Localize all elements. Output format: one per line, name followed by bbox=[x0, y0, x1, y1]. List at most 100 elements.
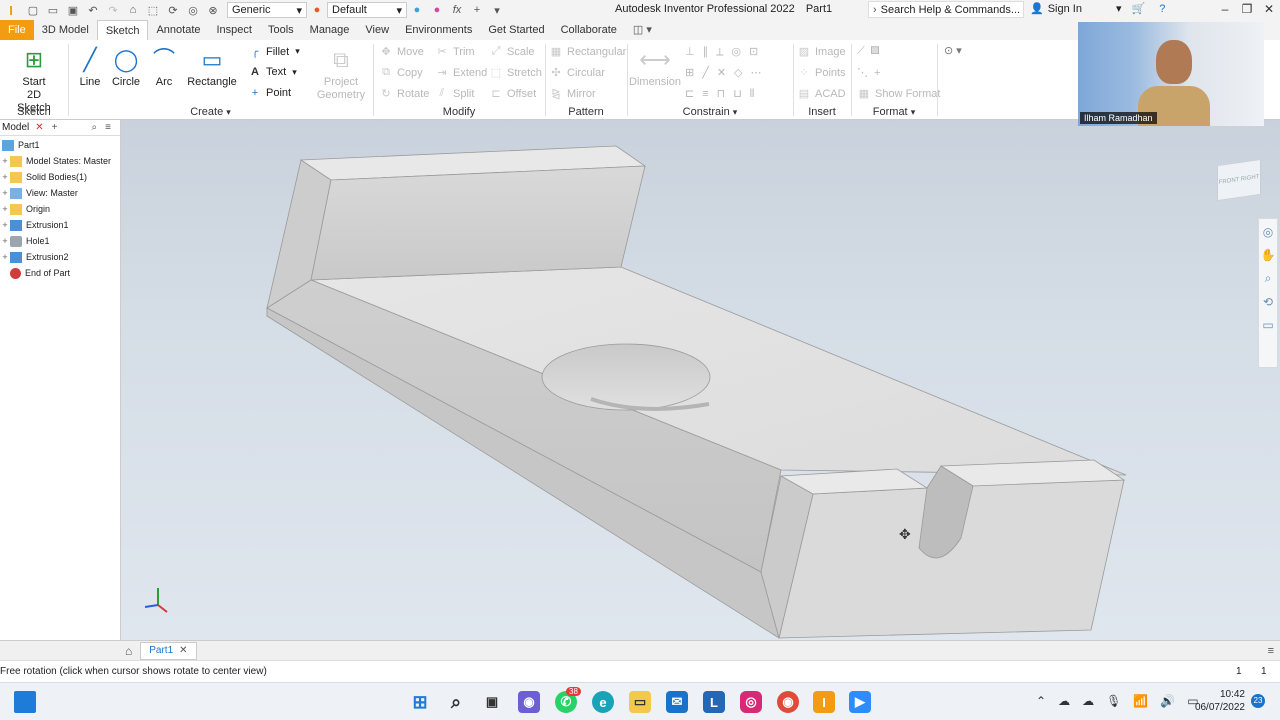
task-view-icon[interactable]: ▣ bbox=[481, 691, 503, 713]
home-icon[interactable]: ⌂ bbox=[125, 644, 132, 658]
fillet-button[interactable]: ╭ Fillet ▾ bbox=[248, 45, 300, 59]
scale-button[interactable]: ⤢ Scale bbox=[489, 45, 535, 58]
fx-parameters-icon[interactable]: fx bbox=[450, 3, 464, 17]
file-explorer-icon[interactable]: ▭ bbox=[629, 691, 651, 713]
inventor-logo-icon[interactable]: I bbox=[3, 2, 19, 18]
onedrive-icon[interactable]: ☁ bbox=[1058, 694, 1070, 708]
browser-tab-model[interactable]: Model bbox=[2, 122, 29, 133]
zoom-icon[interactable]: ⌕ bbox=[1265, 271, 1272, 286]
doc-tab-part1[interactable]: Part1 ✕ bbox=[140, 641, 197, 660]
tab-manage[interactable]: Manage bbox=[302, 20, 358, 40]
wifi-icon[interactable]: 📶 bbox=[1133, 694, 1148, 708]
plus-icon[interactable]: + bbox=[470, 3, 484, 17]
graphics-viewport[interactable]: ✥ FRONT RIGHT ◎ ✋ ⌕ ⟲ ▭ bbox=[121, 120, 1280, 640]
tree-item-end-of-part[interactable]: End of Part bbox=[0, 265, 120, 281]
ribbon-options-icon[interactable]: ◫ ▾ bbox=[625, 20, 660, 40]
chat-icon[interactable]: ◉ bbox=[518, 691, 540, 713]
close-icon[interactable]: ✕ bbox=[35, 122, 43, 133]
widgets-icon[interactable] bbox=[14, 691, 36, 713]
start-icon[interactable]: ⊞ bbox=[409, 691, 431, 713]
create-group-label[interactable]: Create ▾ bbox=[68, 106, 373, 118]
offset-button[interactable]: ⊏ Offset bbox=[489, 87, 536, 101]
image-button[interactable]: ▨ Image bbox=[797, 45, 846, 59]
undo-icon[interactable]: ↶ bbox=[86, 3, 100, 17]
constraint-icons-row-1[interactable]: ⊥∥⟂◎⊡ bbox=[685, 45, 766, 59]
arc-button[interactable]: ⌒ Arc bbox=[142, 44, 186, 89]
new-file-icon[interactable]: ▢ bbox=[26, 3, 40, 17]
home-icon[interactable]: ⌂ bbox=[126, 3, 140, 17]
close-circle-icon[interactable]: ⊗ bbox=[206, 3, 220, 17]
minimize-icon[interactable]: – bbox=[1214, 0, 1236, 20]
expand-icon[interactable]: + bbox=[0, 204, 10, 214]
color-override-icon[interactable]: ● bbox=[410, 3, 424, 17]
clear-appearance-icon[interactable]: ● bbox=[430, 3, 444, 17]
tab-sketch[interactable]: Sketch bbox=[96, 20, 149, 40]
tree-item-solid-bodies[interactable]: + Solid Bodies(1) bbox=[0, 169, 120, 185]
tree-item-origin[interactable]: + Origin bbox=[0, 201, 120, 217]
acad-button[interactable]: ▤ ACAD bbox=[797, 87, 846, 101]
edge-icon[interactable]: e bbox=[592, 691, 614, 713]
expand-icon[interactable]: + bbox=[0, 220, 10, 230]
sign-in-button[interactable]: 👤 Sign In ▾ 🛒 ? bbox=[1030, 2, 1165, 16]
tab-file[interactable]: File bbox=[0, 20, 34, 40]
expand-icon[interactable]: + bbox=[0, 188, 10, 198]
stretch-button[interactable]: ⬚ Stretch bbox=[489, 66, 542, 80]
microphone-icon[interactable]: 🎙 bbox=[1106, 694, 1121, 708]
circular-pattern-button[interactable]: ✣ Circular bbox=[549, 66, 605, 80]
close-icon[interactable]: ✕ bbox=[1258, 0, 1280, 20]
rectangular-pattern-button[interactable]: ▦ Rectangular bbox=[549, 45, 627, 59]
chrome-icon[interactable]: ◉ bbox=[777, 691, 799, 713]
clock[interactable]: 10:42 06/07/2022 bbox=[1191, 688, 1245, 714]
tree-item-model-states[interactable]: + Model States: Master bbox=[0, 153, 120, 169]
show-format-button[interactable]: ▦ Show Format bbox=[857, 87, 941, 101]
expand-icon[interactable]: + bbox=[0, 236, 10, 246]
cart-icon[interactable]: 🛒 bbox=[1131, 2, 1145, 15]
constraint-icons-row-2[interactable]: ⊞╱✕◇⋯ bbox=[685, 66, 770, 79]
dimension-button[interactable]: ⟷ Dimension bbox=[629, 44, 681, 89]
close-icon[interactable]: ✕ bbox=[179, 645, 187, 656]
mirror-button[interactable]: ⧎ Mirror bbox=[549, 87, 595, 101]
pan-hand-icon[interactable]: ✋ bbox=[1261, 248, 1276, 262]
zoom-app-icon[interactable]: ▶ bbox=[849, 691, 871, 713]
instagram-icon[interactable]: ◎ bbox=[740, 691, 762, 713]
lightshot-icon[interactable]: L bbox=[703, 691, 725, 713]
expand-icon[interactable]: + bbox=[0, 172, 10, 182]
tree-item-view-master[interactable]: + View: Master bbox=[0, 185, 120, 201]
tab-tools[interactable]: Tools bbox=[260, 20, 302, 40]
redo-icon[interactable]: ↷ bbox=[106, 3, 120, 17]
help-icon[interactable]: ? bbox=[1159, 3, 1165, 15]
select-icon[interactable]: ⬚ bbox=[146, 3, 160, 17]
copy-button[interactable]: ⧉ Copy bbox=[379, 66, 423, 79]
tabs-menu-icon[interactable]: ≡ bbox=[1268, 645, 1274, 657]
open-folder-icon[interactable]: ▭ bbox=[46, 3, 60, 17]
rectangle-button[interactable]: ▭ Rectangle bbox=[186, 44, 238, 89]
tree-item-extrusion2[interactable]: + Extrusion2 bbox=[0, 249, 120, 265]
trim-button[interactable]: ✂ Trim bbox=[435, 45, 474, 59]
tab-3d-model[interactable]: 3D Model bbox=[34, 20, 97, 40]
maximize-icon[interactable]: ❐ bbox=[1236, 0, 1258, 20]
update-icon[interactable]: ⟳ bbox=[166, 3, 180, 17]
constrain-group-label[interactable]: Constrain ▾ bbox=[627, 106, 793, 118]
menu-icon[interactable]: ≡ bbox=[105, 122, 111, 133]
orbit-icon[interactable]: ⟲ bbox=[1263, 295, 1273, 309]
format-group-label[interactable]: Format ▾ bbox=[851, 106, 937, 118]
add-tab-icon[interactable]: + bbox=[52, 122, 58, 133]
format-icons-row-2[interactable]: ⋱+ bbox=[857, 66, 886, 79]
chevron-up-icon[interactable]: ⌃ bbox=[1036, 694, 1046, 708]
steering-wheel-icon[interactable]: ◎ bbox=[1263, 225, 1273, 239]
volume-icon[interactable]: 🔊 bbox=[1160, 694, 1175, 708]
look-at-icon[interactable]: ▭ bbox=[1262, 318, 1273, 332]
project-geometry-button[interactable]: ⧉ Project Geometry bbox=[316, 44, 366, 102]
search-icon[interactable]: ⌕ bbox=[445, 691, 467, 713]
text-button[interactable]: A Text ▾ bbox=[248, 66, 297, 78]
constraint-icons-row-3[interactable]: ⊏≡⊓⊔⫴ bbox=[685, 87, 762, 101]
split-button[interactable]: ⫽ Split bbox=[435, 87, 475, 100]
tab-inspect[interactable]: Inspect bbox=[209, 20, 260, 40]
tree-item-part1[interactable]: Part1 bbox=[0, 137, 120, 153]
appearance-select[interactable]: Default ▾ bbox=[327, 2, 407, 18]
material-select[interactable]: Generic ▾ bbox=[227, 2, 307, 18]
rotate-button[interactable]: ↻ Rotate bbox=[379, 87, 429, 101]
start-2d-sketch-button[interactable]: ⊞ Start 2D Sketch bbox=[10, 44, 58, 115]
tab-environments[interactable]: Environments bbox=[397, 20, 480, 40]
mail-icon[interactable]: ✉ bbox=[666, 691, 688, 713]
